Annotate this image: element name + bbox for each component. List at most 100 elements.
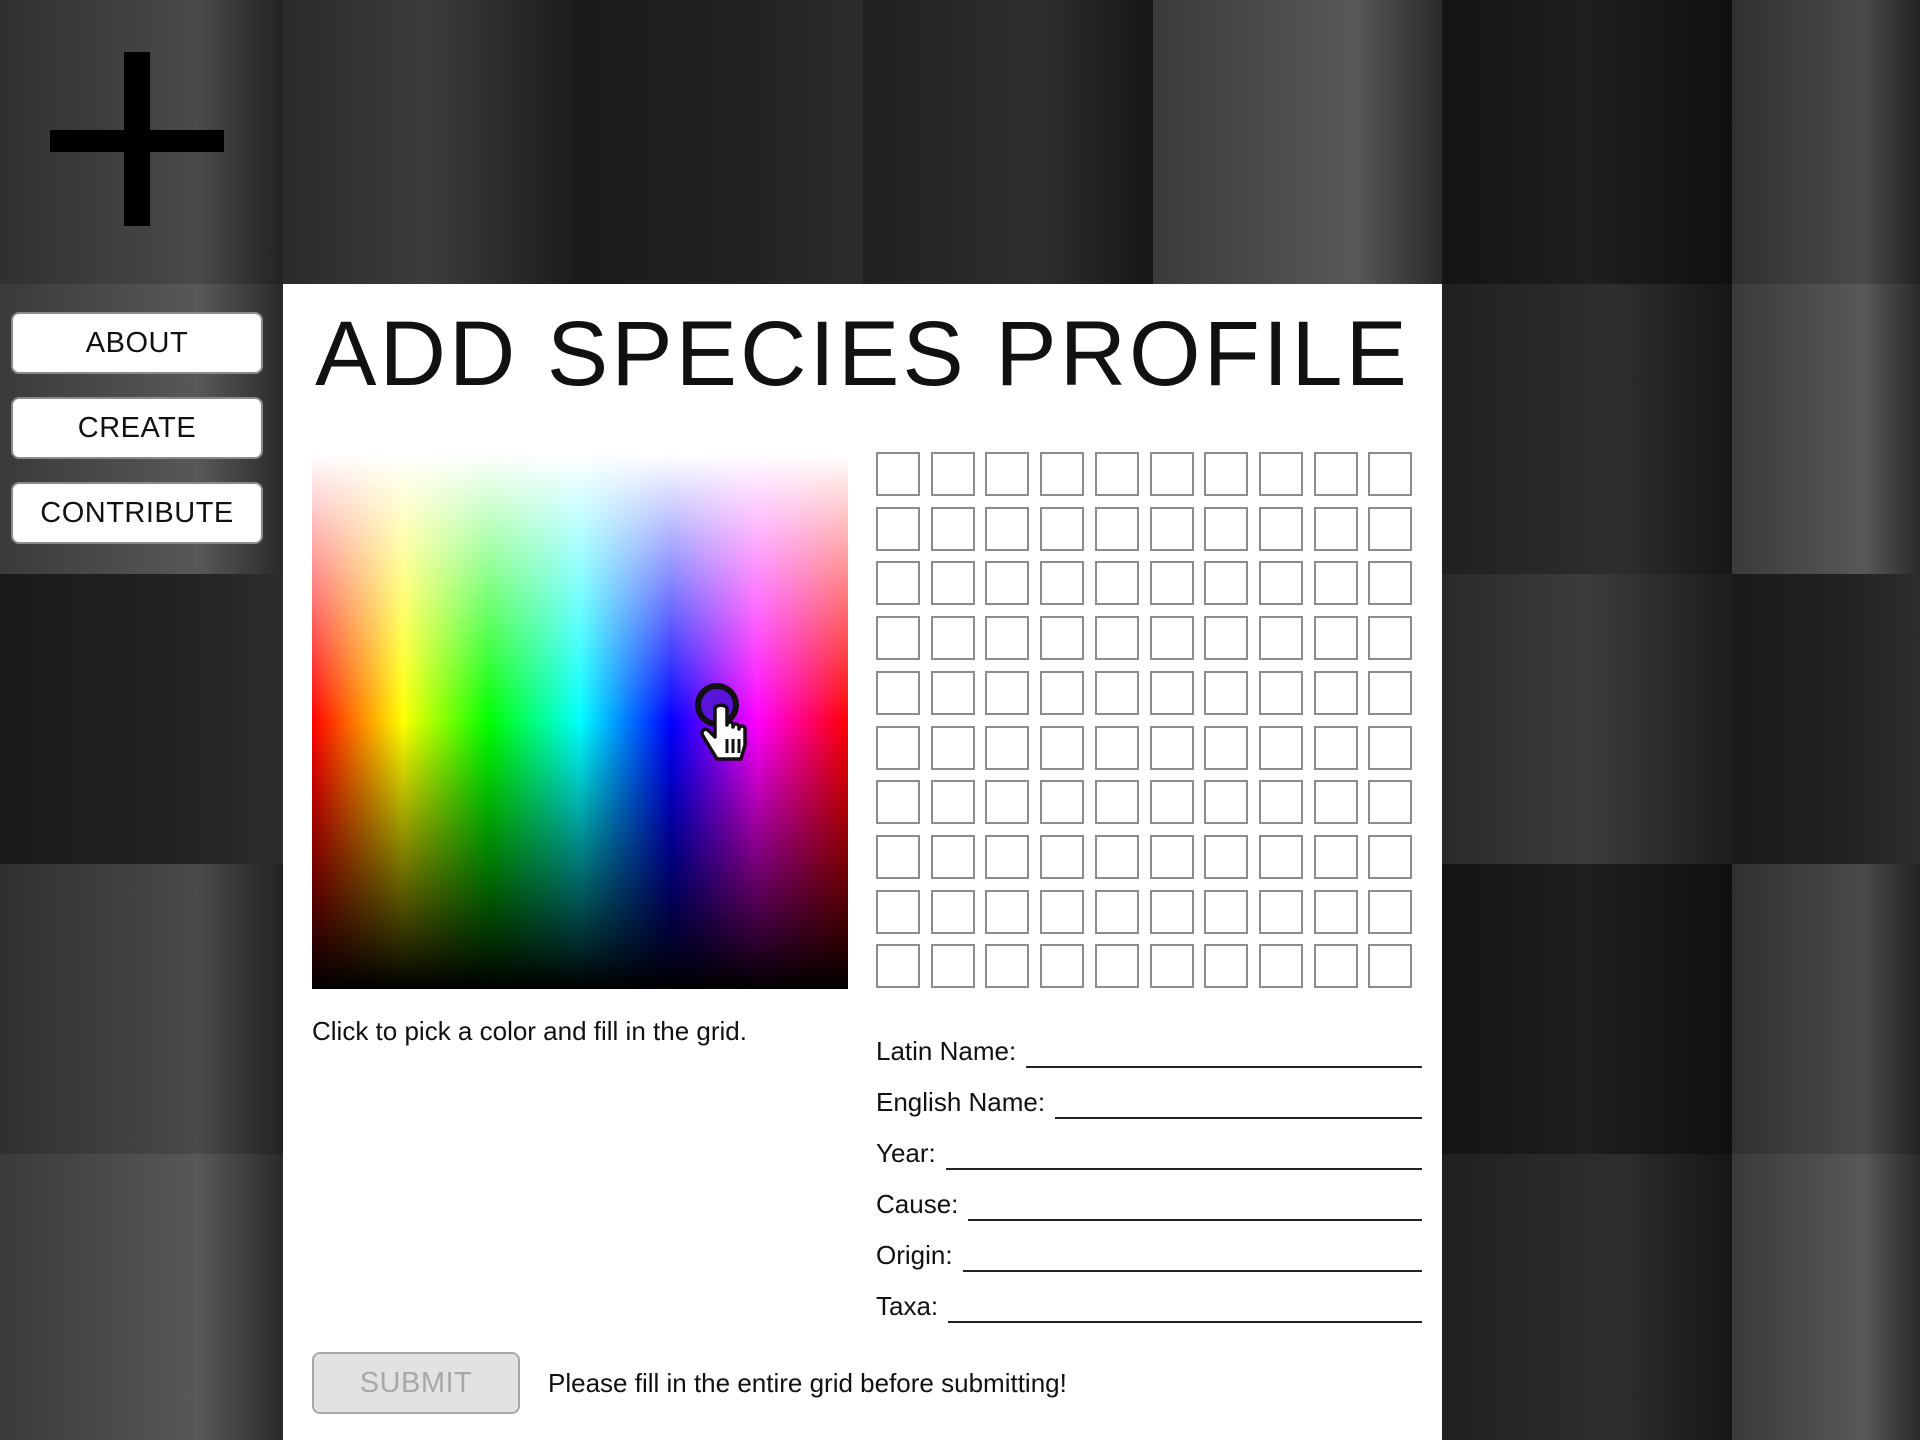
grid-cell[interactable] <box>876 616 920 660</box>
grid-cell[interactable] <box>1259 780 1303 824</box>
grid-cell[interactable] <box>985 616 1029 660</box>
grid-cell[interactable] <box>1150 944 1194 988</box>
grid-cell[interactable] <box>931 944 975 988</box>
grid-cell[interactable] <box>876 835 920 879</box>
grid-cell[interactable] <box>931 726 975 770</box>
grid-cell[interactable] <box>985 561 1029 605</box>
grid-cell[interactable] <box>1259 726 1303 770</box>
grid-cell[interactable] <box>876 507 920 551</box>
grid-cell[interactable] <box>1150 561 1194 605</box>
grid-cell[interactable] <box>931 671 975 715</box>
grid-cell[interactable] <box>1095 944 1139 988</box>
grid-cell[interactable] <box>1368 780 1412 824</box>
english-name-input[interactable] <box>1055 1083 1422 1119</box>
color-picker[interactable] <box>312 454 848 989</box>
grid-cell[interactable] <box>1095 507 1139 551</box>
grid-cell[interactable] <box>1314 726 1358 770</box>
grid-cell[interactable] <box>876 890 920 934</box>
grid-cell[interactable] <box>1040 944 1084 988</box>
grid-cell[interactable] <box>1040 452 1084 496</box>
grid-cell[interactable] <box>1095 890 1139 934</box>
grid-cell[interactable] <box>1040 726 1084 770</box>
grid-cell[interactable] <box>1368 890 1412 934</box>
grid-cell[interactable] <box>1314 671 1358 715</box>
grid-cell[interactable] <box>931 507 975 551</box>
grid-cell[interactable] <box>1368 944 1412 988</box>
year-input[interactable] <box>945 1134 1422 1170</box>
grid-cell[interactable] <box>1314 890 1358 934</box>
grid-cell[interactable] <box>985 507 1029 551</box>
grid-cell[interactable] <box>1204 890 1248 934</box>
grid-cell[interactable] <box>1259 890 1303 934</box>
latin-name-input[interactable] <box>1026 1032 1422 1068</box>
grid-cell[interactable] <box>1368 452 1412 496</box>
grid-cell[interactable] <box>876 944 920 988</box>
grid-cell[interactable] <box>1204 780 1248 824</box>
grid-cell[interactable] <box>985 835 1029 879</box>
grid-cell[interactable] <box>1095 835 1139 879</box>
grid-cell[interactable] <box>1095 671 1139 715</box>
grid-cell[interactable] <box>985 671 1029 715</box>
grid-cell[interactable] <box>1368 561 1412 605</box>
grid-cell[interactable] <box>1040 835 1084 879</box>
grid-cell[interactable] <box>1314 616 1358 660</box>
grid-cell[interactable] <box>1095 452 1139 496</box>
grid-cell[interactable] <box>985 780 1029 824</box>
grid-cell[interactable] <box>1259 452 1303 496</box>
grid-cell[interactable] <box>1314 561 1358 605</box>
grid-cell[interactable] <box>931 452 975 496</box>
taxa-input[interactable] <box>948 1287 1422 1323</box>
grid-cell[interactable] <box>1150 507 1194 551</box>
grid-cell[interactable] <box>985 890 1029 934</box>
grid-cell[interactable] <box>876 726 920 770</box>
grid-cell[interactable] <box>1150 616 1194 660</box>
grid-cell[interactable] <box>1095 780 1139 824</box>
grid-cell[interactable] <box>876 671 920 715</box>
nav-create-button[interactable]: CREATE <box>11 397 263 459</box>
grid-cell[interactable] <box>1259 561 1303 605</box>
grid-cell[interactable] <box>1314 835 1358 879</box>
grid-cell[interactable] <box>1368 835 1412 879</box>
grid-cell[interactable] <box>1095 616 1139 660</box>
grid-cell[interactable] <box>1095 726 1139 770</box>
grid-cell[interactable] <box>1150 671 1194 715</box>
grid-cell[interactable] <box>1204 726 1248 770</box>
grid-cell[interactable] <box>931 890 975 934</box>
grid-cell[interactable] <box>1040 890 1084 934</box>
grid-cell[interactable] <box>1150 452 1194 496</box>
grid-cell[interactable] <box>1204 561 1248 605</box>
grid-cell[interactable] <box>1150 835 1194 879</box>
grid-cell[interactable] <box>1314 452 1358 496</box>
grid-cell[interactable] <box>985 944 1029 988</box>
grid-cell[interactable] <box>985 726 1029 770</box>
grid-cell[interactable] <box>1204 452 1248 496</box>
grid-cell[interactable] <box>1204 616 1248 660</box>
grid-cell[interactable] <box>1368 726 1412 770</box>
grid-cell[interactable] <box>876 561 920 605</box>
grid-cell[interactable] <box>1040 561 1084 605</box>
grid-cell[interactable] <box>1368 507 1412 551</box>
grid-cell[interactable] <box>1204 671 1248 715</box>
grid-cell[interactable] <box>1150 890 1194 934</box>
grid-cell[interactable] <box>1204 835 1248 879</box>
plus-logo-icon[interactable] <box>50 52 224 226</box>
grid-cell[interactable] <box>1259 944 1303 988</box>
grid-cell[interactable] <box>1040 507 1084 551</box>
grid-cell[interactable] <box>1259 835 1303 879</box>
nav-contribute-button[interactable]: CONTRIBUTE <box>11 482 263 544</box>
grid-cell[interactable] <box>931 835 975 879</box>
grid-cell[interactable] <box>876 780 920 824</box>
grid-cell[interactable] <box>1259 507 1303 551</box>
grid-cell[interactable] <box>1040 780 1084 824</box>
grid-cell[interactable] <box>931 780 975 824</box>
grid-cell[interactable] <box>1259 616 1303 660</box>
grid-cell[interactable] <box>1314 507 1358 551</box>
submit-button[interactable]: SUBMIT <box>312 1352 520 1414</box>
grid-cell[interactable] <box>1204 944 1248 988</box>
grid-cell[interactable] <box>1259 671 1303 715</box>
grid-cell[interactable] <box>876 452 920 496</box>
grid-cell[interactable] <box>1368 671 1412 715</box>
grid-cell[interactable] <box>1150 780 1194 824</box>
cause-input[interactable] <box>968 1185 1422 1221</box>
grid-cell[interactable] <box>1314 780 1358 824</box>
